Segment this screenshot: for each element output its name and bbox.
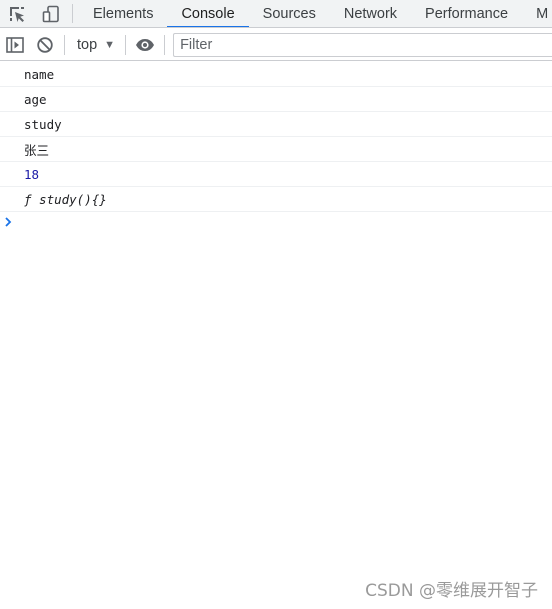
tab-network[interactable]: Network xyxy=(330,0,411,27)
console-message: age xyxy=(0,87,552,112)
prompt-chevron-icon xyxy=(4,215,14,233)
toolbar-divider xyxy=(164,34,166,55)
context-label: top xyxy=(77,36,98,53)
tab-label: M xyxy=(536,5,549,22)
tab-label: Elements xyxy=(93,5,154,22)
tab-label: Performance xyxy=(425,5,509,22)
console-output: name age study 张三 18 ƒ study(){} xyxy=(0,62,552,236)
tabbar-divider xyxy=(72,4,73,23)
console-message: study xyxy=(0,112,552,137)
console-prompt[interactable] xyxy=(0,212,552,236)
tab-console[interactable]: Console xyxy=(167,0,249,27)
tab-performance[interactable]: Performance xyxy=(411,0,522,27)
tab-elements[interactable]: Elements xyxy=(79,0,167,27)
toolbar-divider xyxy=(64,34,65,55)
console-message: name xyxy=(0,62,552,87)
toolbar-divider xyxy=(125,34,127,55)
context-selector[interactable]: top ▼ xyxy=(69,30,121,60)
dropdown-caret-icon: ▼ xyxy=(104,38,116,51)
devtools-tabbar: Elements Console Sources Network Perform… xyxy=(0,0,552,28)
console-toolbar: top ▼ xyxy=(0,29,552,61)
inspect-element-icon[interactable] xyxy=(0,0,34,27)
tab-label: Console xyxy=(181,5,235,22)
filter-input[interactable] xyxy=(173,32,552,57)
tab-label: Sources xyxy=(262,5,316,22)
eye-icon[interactable] xyxy=(130,30,160,60)
tab-sources[interactable]: Sources xyxy=(249,0,330,27)
console-message: 张三 xyxy=(0,137,552,162)
console-message-number: 18 xyxy=(0,162,552,187)
tab-memory[interactable]: M xyxy=(522,0,552,27)
console-message-function[interactable]: ƒ study(){} xyxy=(0,187,552,212)
watermark: CSDN @零维展开智子 xyxy=(365,581,538,601)
clear-console-icon[interactable] xyxy=(30,30,60,60)
tab-label: Network xyxy=(343,5,398,22)
sidebar-toggle-icon[interactable] xyxy=(0,30,30,60)
device-toolbar-icon[interactable] xyxy=(34,0,68,27)
